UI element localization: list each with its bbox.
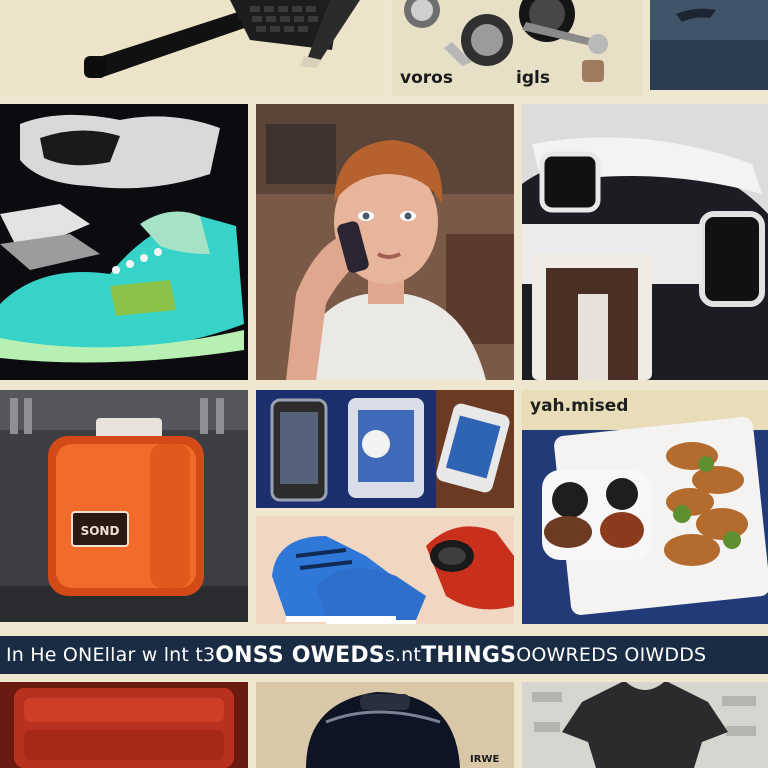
orange-case-illustration: SOND: [0, 390, 248, 622]
food-tray-illustration: [522, 390, 768, 624]
machine-closeup-tile: [522, 104, 768, 380]
boy-illustration: [256, 104, 514, 380]
blue-shoes-illustration: [256, 516, 514, 624]
case-label: SOND: [81, 524, 120, 538]
bag-caption: IRWE: [470, 754, 499, 765]
machine-illustration: [522, 104, 768, 380]
keyboard-illustration: [0, 0, 384, 96]
sea-illustration: [646, 0, 768, 96]
black-shirt-tile: [522, 682, 768, 768]
banner-text-4: THINGS: [421, 642, 517, 668]
black-bag-tile: IRWE: [256, 682, 514, 768]
black-bag-illustration: IRWE: [256, 682, 514, 768]
boy-on-phone-tile: [256, 104, 514, 380]
black-shirt-illustration: [522, 682, 768, 768]
phones-tile: [256, 390, 514, 508]
banner-text-1: In He ONEllar w lnt t3: [6, 644, 216, 666]
banner-text-2: ONSS OWEDS: [215, 642, 385, 668]
headline-banner: In He ONEllar w lnt t3 ONSS OWEDS s.nt T…: [0, 636, 768, 674]
phones-illustration: [256, 390, 514, 508]
banner-text-3: s.nt: [384, 644, 422, 666]
red-seat-illustration: [0, 682, 248, 768]
sea-photo-tile: [646, 0, 768, 96]
goggles-tile: voros igls: [392, 0, 642, 96]
red-seat-tile: [0, 682, 248, 768]
sneaker-illustration: [0, 104, 248, 380]
sneaker-tile: [0, 104, 248, 380]
photo-collage: voros igls SOND yah.mised In He ONEllar …: [0, 0, 768, 768]
food-tray-tile: yah.mised: [522, 390, 768, 624]
banner-text-5: OOWREDS OIWDDS: [516, 644, 707, 666]
goggles-caption-left: voros: [400, 68, 453, 88]
orange-case-tile: SOND: [0, 390, 248, 622]
goggles-caption-right: igls: [516, 68, 550, 88]
blue-shoes-tile: [256, 516, 514, 624]
keyboard-tile: [0, 0, 384, 96]
tray-caption: yah.mised: [530, 396, 629, 416]
